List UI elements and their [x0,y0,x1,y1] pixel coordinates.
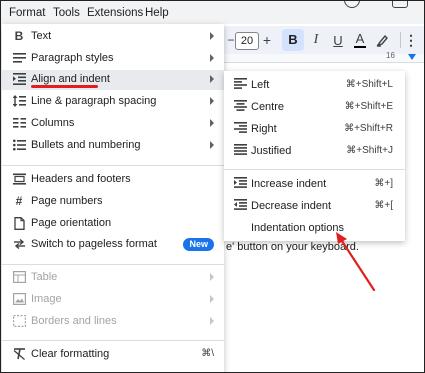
screenshot-frame [0,0,425,373]
